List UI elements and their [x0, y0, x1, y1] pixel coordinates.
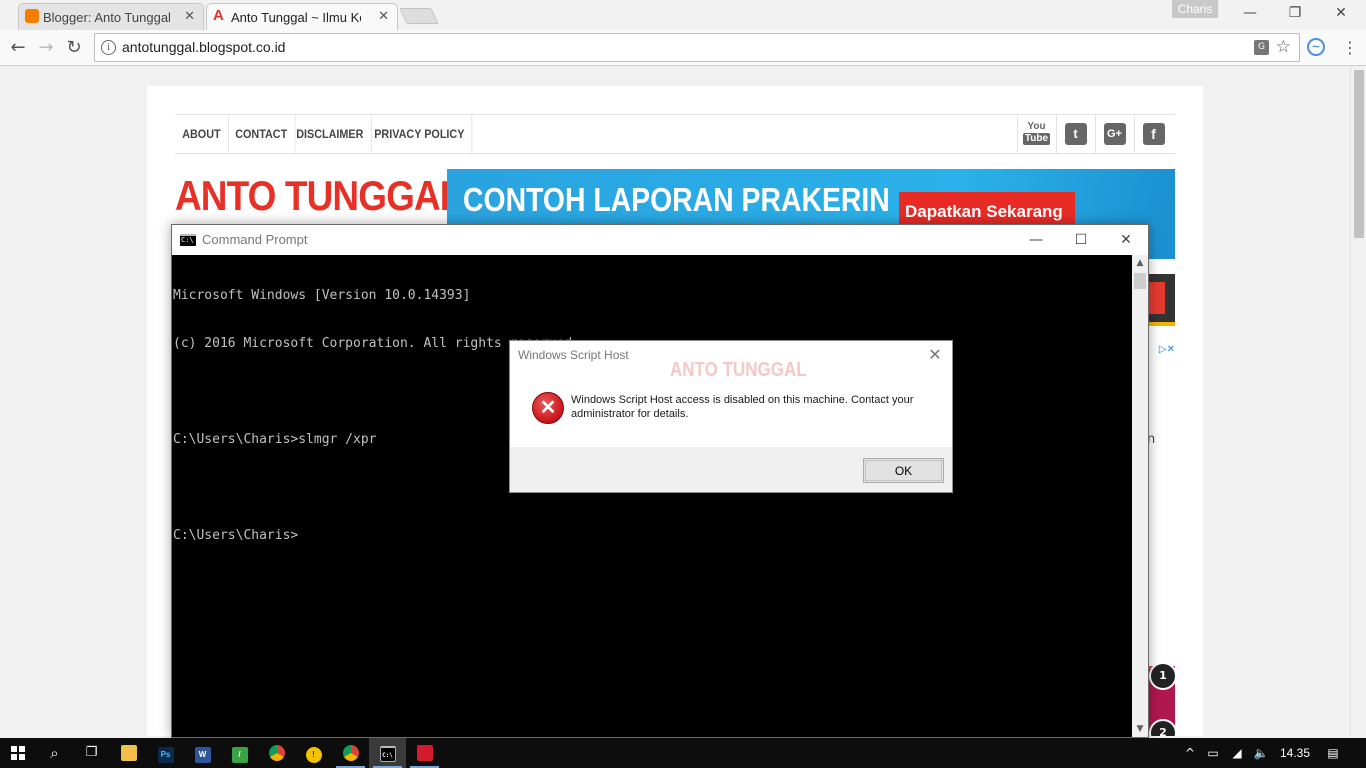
youtube-icon[interactable]: You Tube	[1017, 115, 1055, 153]
show-hidden-icons[interactable]: ^	[1180, 738, 1200, 768]
ok-button[interactable]: OK	[863, 458, 944, 483]
close-icon[interactable]: ✕	[1113, 229, 1139, 251]
command-prompt-taskbar-icon[interactable]: C:\	[369, 738, 406, 768]
close-window-icon[interactable]: ✕	[1326, 3, 1356, 23]
site-navbar: ABOUT CONTACT DISCLAIMER PRIVACY POLICY …	[175, 114, 1175, 154]
chrome-running-icon[interactable]	[332, 738, 369, 768]
console-line: Microsoft Windows [Version 10.0.14393]	[173, 288, 471, 303]
photoshop-icon[interactable]: Ps	[147, 738, 184, 768]
url-text: antotunggal.blogspot.co.id	[122, 39, 286, 55]
word-icon[interactable]: W	[184, 738, 221, 768]
cmd-scrollbar[interactable]: ▲ ▼	[1132, 255, 1148, 737]
nav-contact[interactable]: CONTACT	[228, 115, 296, 153]
tab-title: Anto Tunggal ~ Ilmu Kor	[231, 9, 361, 25]
watermark-logo: ANTO TUNGGAL	[670, 359, 807, 381]
scroll-down-icon[interactable]: ▼	[1132, 721, 1148, 737]
facebook-icon[interactable]: f	[1134, 115, 1172, 153]
error-icon: ✕	[532, 392, 564, 424]
new-tab-button[interactable]	[399, 8, 439, 24]
app-yellow-icon[interactable]: !	[295, 738, 332, 768]
google-plus-icon[interactable]: G+	[1095, 115, 1133, 153]
scrollbar-thumb[interactable]	[1354, 70, 1364, 238]
dialog-footer: OK	[510, 447, 952, 492]
translate-icon[interactable]: G	[1254, 40, 1269, 55]
browser-tabstrip: Blogger: Anto Tunggal - ✕ A Anto Tunggal…	[0, 0, 1366, 30]
chart-app-icon[interactable]: /	[221, 738, 258, 768]
restore-icon[interactable]: ❐	[1280, 3, 1310, 23]
banner-title: CONTOH LAPORAN PRAKERIN	[463, 181, 890, 218]
app-red-icon[interactable]	[406, 738, 443, 768]
windows-logo-icon	[11, 746, 25, 760]
maximize-icon[interactable]: ☐	[1068, 229, 1094, 251]
script-host-dialog[interactable]: Windows Script Host ANTO TUNGGAL ✕ ✕ Win…	[509, 340, 953, 493]
page-scrollbar[interactable]	[1350, 66, 1366, 736]
cmd-title: Command Prompt	[202, 232, 308, 247]
chrome-icon[interactable]	[258, 738, 295, 768]
profile-button[interactable]: Charis	[1172, 0, 1218, 18]
tab-blogger[interactable]: Blogger: Anto Tunggal - ✕	[18, 3, 204, 30]
address-bar[interactable]: i antotunggal.blogspot.co.id G ☆	[94, 33, 1300, 62]
search-icon[interactable]: ⌕	[36, 738, 73, 768]
nav-about[interactable]: ABOUT	[175, 115, 229, 153]
volume-icon[interactable]: 🔈	[1250, 738, 1272, 768]
forward-icon[interactable]: →	[35, 37, 57, 59]
close-icon[interactable]: ✕	[378, 8, 389, 24]
cmd-icon: C:\	[180, 234, 196, 246]
dialog-title: Windows Script Host	[518, 348, 629, 362]
sidebar-accent-bar	[1147, 322, 1175, 326]
ad-choices-icon[interactable]: ▷✕	[1147, 344, 1175, 358]
cmd-titlebar[interactable]: C:\ Command Prompt — ☐ ✕	[172, 225, 1148, 255]
scroll-up-icon[interactable]: ▲	[1132, 255, 1148, 271]
reload-icon[interactable]: ↻	[63, 37, 85, 59]
extension-icon[interactable]: ~	[1307, 38, 1325, 56]
wifi-icon[interactable]: ◢	[1226, 738, 1248, 768]
info-icon[interactable]: i	[101, 40, 116, 55]
file-explorer-icon[interactable]	[110, 738, 147, 768]
tab-title: Blogger: Anto Tunggal -	[43, 9, 173, 25]
console-prompt[interactable]: C:\Users\Charis>	[173, 528, 1131, 544]
site-logo[interactable]: ANTO TUNGGAL	[175, 172, 462, 220]
close-icon[interactable]: ✕	[924, 344, 946, 366]
site-a-icon: A	[213, 7, 224, 24]
taskbar: ⌕ ❐ Ps W / ! C:\ ^ ▭ ◢ 🔈 14.35 ▤	[0, 738, 1366, 768]
tab-anto-tunggal[interactable]: A Anto Tunggal ~ Ilmu Kor ✕	[206, 3, 398, 30]
taskbar-clock[interactable]: 14.35	[1270, 738, 1320, 768]
minimize-icon[interactable]: —	[1023, 229, 1049, 251]
scrollbar-thumb[interactable]	[1134, 273, 1146, 289]
dialog-message: Windows Script Host access is disabled o…	[571, 394, 914, 420]
task-view-icon[interactable]: ❐	[73, 738, 110, 768]
popular-rank-badge: 1	[1149, 662, 1177, 690]
start-button[interactable]	[0, 738, 36, 768]
browser-toolbar: ← → ↻ i antotunggal.blogspot.co.id G ☆ ~…	[0, 30, 1366, 66]
cmd-console[interactable]: Microsoft Windows [Version 10.0.14393] (…	[172, 255, 1132, 737]
twitter-icon[interactable]: t	[1056, 115, 1094, 153]
close-icon[interactable]: ✕	[184, 8, 195, 24]
star-icon[interactable]: ☆	[1276, 37, 1291, 57]
battery-icon[interactable]: ▭	[1202, 738, 1224, 768]
menu-icon[interactable]: ⋮	[1342, 38, 1358, 58]
back-icon[interactable]: ←	[7, 37, 29, 59]
notifications-icon[interactable]: ▤	[1322, 738, 1344, 768]
blogger-icon	[25, 9, 39, 23]
nav-privacy-policy[interactable]: PRIVACY POLICY	[367, 115, 473, 153]
sidebar-search-widget[interactable]	[1147, 274, 1175, 326]
nav-disclaimer[interactable]: DISCLAIMER	[289, 115, 372, 153]
minimize-icon[interactable]: —	[1235, 3, 1265, 23]
